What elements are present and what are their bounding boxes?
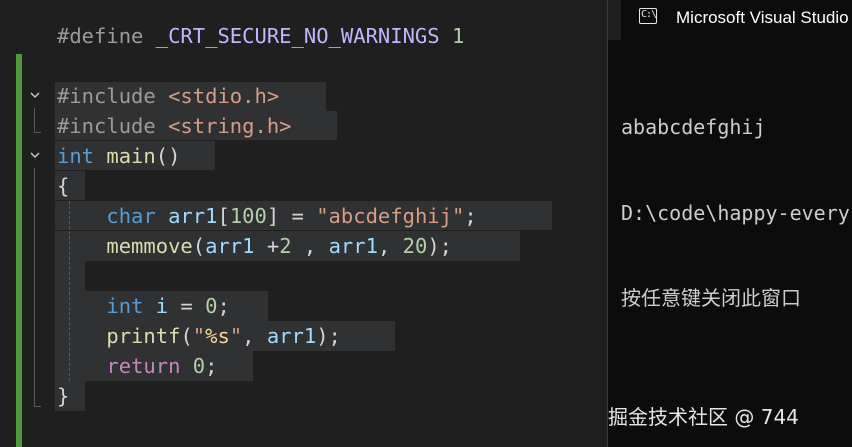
console-output: ababcdefghij D:\code\happy-every 按任意键关闭此… [621,56,852,370]
code-token: <string.h> [168,114,292,138]
code-token: int [57,144,95,168]
console-titlebar: C:\ Microsoft Visual Studio [608,0,852,40]
console-window[interactable]: C:\ Microsoft Visual Studio ababcdefghij… [607,0,852,447]
code-line[interactable]: { [57,171,69,201]
code-token: () [155,144,181,168]
code-line[interactable]: #include <string.h> [57,111,292,141]
terminal-icon: C:\ [639,8,657,24]
code-token: char [106,204,156,228]
code-token: + [254,234,280,258]
console-output-line: 按任意键关闭此窗口 [621,286,801,310]
code-token: ); [316,324,341,348]
code-token: memmove [106,234,193,258]
code-token: #include [57,114,169,138]
code-token: "abcdefghij" [316,204,465,228]
code-token: arr1 [205,234,255,258]
code-token: 100 [229,204,267,228]
code-token: 0 [205,294,218,318]
code-token: return [106,354,181,378]
code-line[interactable]: int main() [57,141,180,171]
code-token: _CRT_SECURE_NO_WARNINGS [155,24,440,48]
fold-guide-end [34,406,41,407]
code-token: 0 [192,354,206,378]
console-output-line: ababcdefghij [621,115,766,139]
chevron-down-icon[interactable] [27,149,43,165]
code-token: ( [192,234,206,258]
code-token: [ [217,204,230,228]
code-line[interactable]: #include <stdio.h> [57,81,279,111]
code-line[interactable]: return 0; [57,351,217,381]
chevron-down-icon-glyph [30,152,40,159]
code-token: ; [217,294,230,318]
code-token: ] = [266,204,317,228]
fold-guide [34,108,35,132]
code-token: main [106,144,156,168]
fold-guide-end [34,132,41,133]
code-token: 20 [402,234,428,258]
code-token: } [57,384,70,408]
fold-guide [34,168,35,406]
code-token: ( [180,324,193,348]
code-line[interactable]: } [57,381,69,411]
code-token: i [155,294,169,318]
code-token: ; [464,204,477,228]
code-token: 2 [279,234,292,258]
code-line[interactable]: printf("%s", arr1); [57,321,341,351]
code-token: , [242,324,267,348]
chevron-down-icon[interactable] [27,89,43,105]
code-line[interactable]: #define _CRT_SECURE_NO_WARNINGS 1 [57,21,464,51]
code-token: arr1 [266,324,317,348]
change-indicator-bar [16,54,22,447]
code-token: , [291,234,329,258]
code-token: arr1 [168,204,218,228]
code-line[interactable]: char arr1[100] = "abcdefghij"; [57,201,477,231]
code-token: , [377,234,403,258]
code-token: = [168,294,206,318]
code-token: #include [57,84,169,108]
code-token: 1 [451,24,465,48]
code-token: arr1 [328,234,378,258]
chevron-down-icon-glyph [30,92,40,99]
line-highlight [55,261,85,291]
code-token: <stdio.h> [168,84,280,108]
code-editor[interactable]: #define _CRT_SECURE_NO_WARNINGS 1 #includ… [0,0,607,447]
console-output-line: D:\code\happy-every [621,200,850,225]
console-title: Microsoft Visual Studio [676,8,849,27]
code-token: #define [57,24,156,48]
code-token: { [57,174,70,198]
watermark: 掘金技术社区 @ 744 [608,405,799,429]
code-token: int [106,294,144,318]
code-line[interactable]: memmove(arr1 +2 , arr1, 20); [57,231,452,261]
code-token: ); [427,234,452,258]
code-token: printf [106,324,181,348]
code-token: " [192,324,206,348]
code-token: " [229,324,243,348]
console-tab[interactable]: C:\ Microsoft Visual Studio [621,0,852,40]
code-token: ; [205,354,218,378]
code-line[interactable]: int i = 0; [57,291,230,321]
code-token: %s [205,324,230,348]
